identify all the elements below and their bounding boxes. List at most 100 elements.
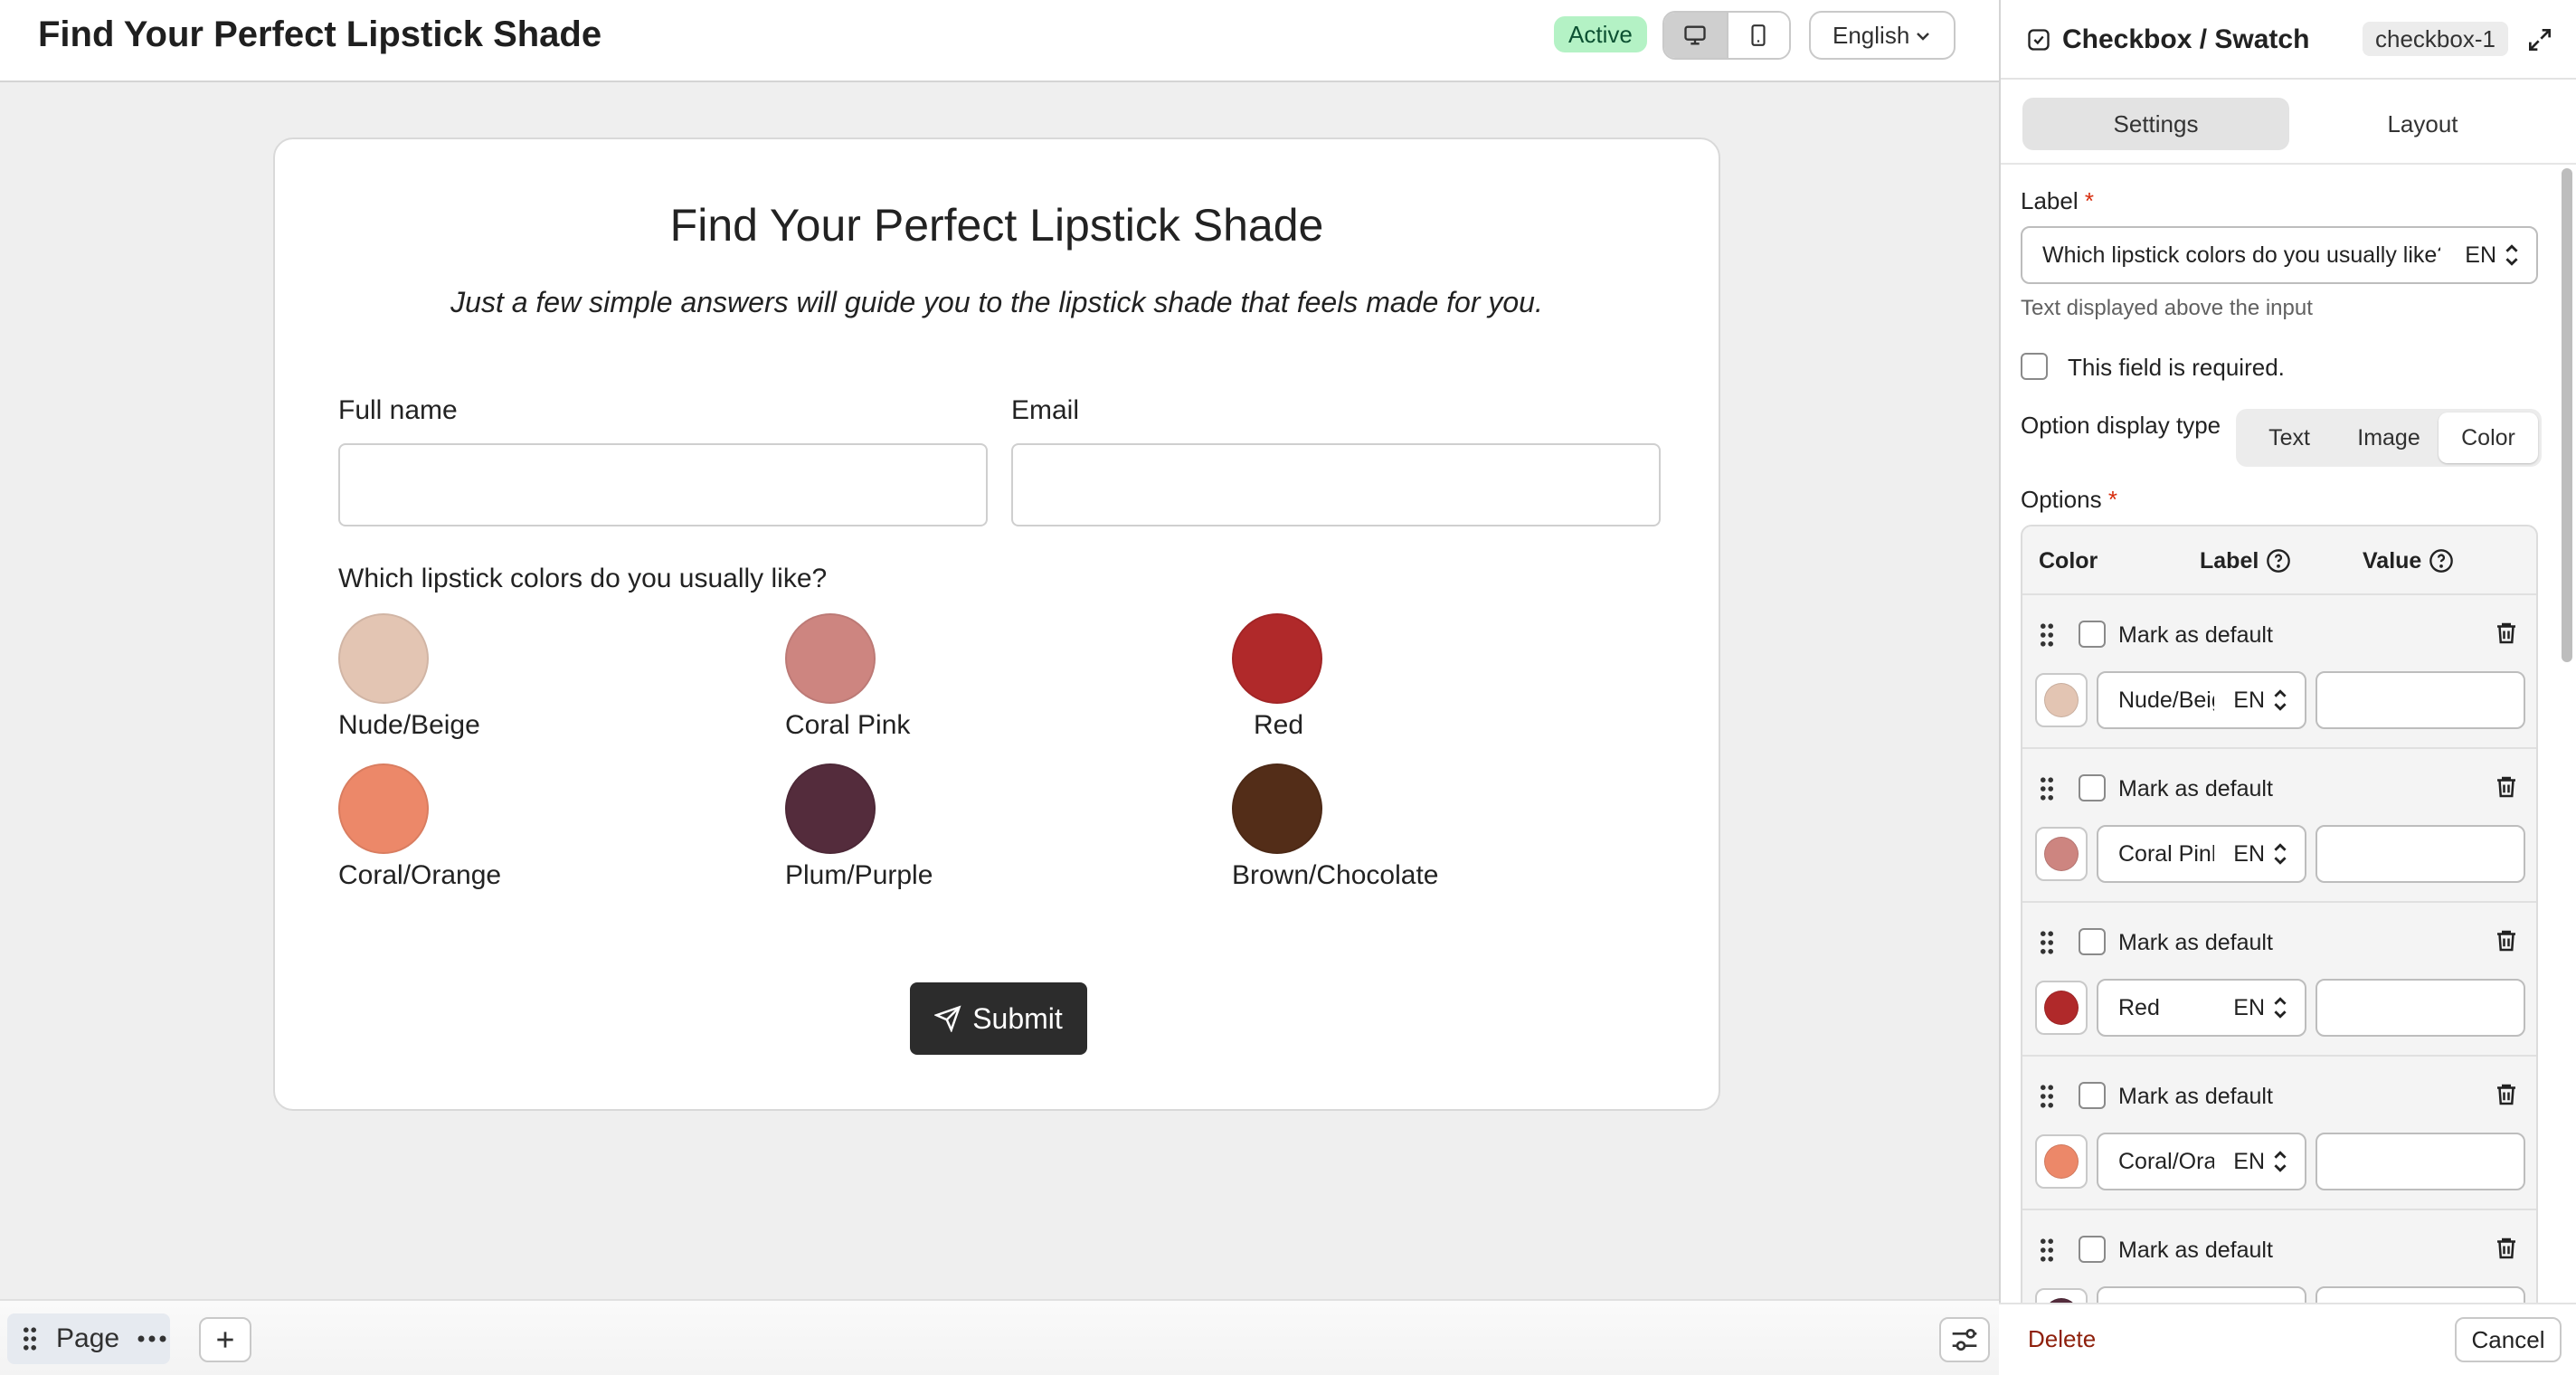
- option-color-picker[interactable]: [2035, 827, 2088, 881]
- mark-default-checkbox[interactable]: [2079, 621, 2106, 648]
- col-label-text: Label: [2200, 548, 2259, 574]
- trash-icon[interactable]: [2493, 1234, 2520, 1263]
- display-type-text[interactable]: Text: [2240, 412, 2339, 463]
- updown-chevron-icon: [2274, 689, 2287, 711]
- drag-handle-icon[interactable]: [2039, 622, 2055, 648]
- mark-default-label: Mark as default: [2118, 776, 2273, 801]
- swatch-label: Coral Pink: [785, 710, 911, 740]
- updown-chevron-icon: [2274, 1151, 2287, 1172]
- drag-handle-icon[interactable]: [2039, 1084, 2055, 1109]
- page-title: Find Your Perfect Lipstick Shade: [38, 14, 602, 54]
- option-color-picker[interactable]: [2035, 673, 2088, 727]
- mark-default-label: Mark as default: [2118, 930, 2273, 955]
- swatch-coral-pink[interactable]: [785, 613, 876, 704]
- label-lang-select[interactable]: EN: [2465, 228, 2520, 282]
- option-value-input[interactable]: [2316, 825, 2525, 883]
- option-value-input[interactable]: [2316, 979, 2525, 1037]
- display-type-label: Option display type: [2021, 412, 2221, 439]
- drag-handle-icon[interactable]: [2039, 1238, 2055, 1263]
- top-bar: Find Your Perfect Lipstick Shade Active …: [0, 0, 1999, 82]
- tab-settings[interactable]: Settings: [2022, 98, 2289, 150]
- mark-default-checkbox[interactable]: [2079, 1082, 2106, 1109]
- swatch-label: Coral/Orange: [338, 860, 502, 890]
- label-input[interactable]: Which lipstick colors do you usually lik…: [2021, 226, 2538, 284]
- language-select[interactable]: English: [1809, 11, 1956, 60]
- option-label-value: Red: [2118, 995, 2160, 1020]
- option-label-input[interactable]: Coral/Orange EN: [2097, 1133, 2306, 1190]
- delete-button[interactable]: Delete: [2028, 1324, 2096, 1353]
- panel-tabs: Settings Layout: [2022, 98, 2556, 150]
- trash-icon[interactable]: [2493, 1080, 2520, 1109]
- option-row: Mark as default Coral/Orange EN: [2022, 1057, 2536, 1210]
- send-icon: [934, 1005, 961, 1032]
- option-label-input[interactable]: Coral Pink EN: [2097, 825, 2306, 883]
- swatch-brown-chocolate[interactable]: [1232, 763, 1322, 854]
- swatch-label: Brown/Chocolate: [1232, 860, 1439, 890]
- checkbox-icon: [2028, 29, 2050, 51]
- drag-handle-icon[interactable]: [22, 1326, 38, 1351]
- more-icon[interactable]: [137, 1334, 166, 1343]
- drag-handle-icon[interactable]: [2039, 930, 2055, 955]
- settings-tune-button[interactable]: [1939, 1317, 1990, 1362]
- option-lang-select[interactable]: EN: [2233, 827, 2288, 881]
- option-value-input[interactable]: [2316, 1133, 2525, 1190]
- submit-label: Submit: [972, 1001, 1063, 1035]
- desktop-view-button[interactable]: [1664, 13, 1727, 58]
- options-title: Options *: [2021, 485, 2117, 514]
- full-name-input[interactable]: [338, 443, 988, 526]
- expand-icon[interactable]: [2525, 25, 2554, 54]
- trash-icon[interactable]: [2493, 926, 2520, 955]
- option-label-value: Coral Pink: [2118, 841, 2214, 867]
- lang-code: EN: [2233, 688, 2265, 713]
- option-color-picker[interactable]: [2035, 1134, 2088, 1189]
- option-color-picker[interactable]: [2035, 981, 2088, 1035]
- mark-default-checkbox[interactable]: [2079, 928, 2106, 955]
- label-input-value: Which lipstick colors do you usually lik…: [2042, 242, 2440, 268]
- updown-chevron-icon: [2505, 244, 2518, 266]
- swatch-red[interactable]: [1232, 613, 1322, 704]
- cancel-button[interactable]: Cancel: [2455, 1317, 2562, 1362]
- display-type-image[interactable]: Image: [2339, 412, 2439, 463]
- swatch-coral-orange[interactable]: [338, 763, 429, 854]
- email-input[interactable]: [1011, 443, 1661, 526]
- options-table-header: Color Label Value: [2022, 526, 2536, 595]
- mark-default-label: Mark as default: [2118, 1084, 2273, 1109]
- lang-code: EN: [2233, 1149, 2265, 1174]
- mark-default-label: Mark as default: [2118, 622, 2273, 648]
- submit-button[interactable]: Submit: [910, 982, 1087, 1055]
- panel-scrollbar[interactable]: [2562, 168, 2572, 662]
- tab-layout[interactable]: Layout: [2289, 98, 2556, 150]
- mark-default-checkbox[interactable]: [2079, 1236, 2106, 1263]
- lang-code: EN: [2465, 242, 2496, 268]
- option-lang-select[interactable]: EN: [2233, 981, 2288, 1035]
- mobile-view-button[interactable]: [1726, 13, 1789, 58]
- device-toggle: [1662, 11, 1791, 60]
- display-type-color[interactable]: Color: [2439, 412, 2538, 463]
- drag-handle-icon[interactable]: [2039, 776, 2055, 801]
- trash-icon[interactable]: [2493, 773, 2520, 801]
- swatch-plum-purple[interactable]: [785, 763, 876, 854]
- option-lang-select[interactable]: EN: [2233, 673, 2288, 727]
- swatch-label: Plum/Purple: [785, 860, 933, 890]
- option-label-value: Nude/Beige: [2118, 688, 2214, 713]
- trash-icon[interactable]: [2493, 619, 2520, 648]
- help-icon[interactable]: [2429, 548, 2454, 574]
- mark-default-checkbox[interactable]: [2079, 774, 2106, 801]
- panel-title: Checkbox / Swatch: [2062, 24, 2310, 54]
- required-checkbox[interactable]: [2021, 353, 2048, 380]
- option-label-input[interactable]: Red EN: [2097, 979, 2306, 1037]
- col-color: Color: [2039, 546, 2098, 575]
- label-help-text: Text displayed above the input: [2021, 296, 2313, 320]
- add-page-button[interactable]: [199, 1317, 251, 1362]
- updown-chevron-icon: [2274, 997, 2287, 1019]
- element-id-badge: checkbox-1: [2363, 22, 2508, 56]
- help-icon[interactable]: [2266, 548, 2291, 574]
- form-subtitle: Just a few simple answers will guide you…: [450, 286, 1543, 318]
- option-lang-select[interactable]: EN: [2233, 1134, 2288, 1189]
- option-label-input[interactable]: Nude/Beige EN: [2097, 671, 2306, 729]
- page-chip[interactable]: Page: [7, 1313, 170, 1364]
- swatch-nude-beige[interactable]: [338, 613, 429, 704]
- option-value-input[interactable]: [2316, 671, 2525, 729]
- option-color-dot: [2044, 1144, 2079, 1179]
- question-label: Which lipstick colors do you usually lik…: [338, 564, 828, 593]
